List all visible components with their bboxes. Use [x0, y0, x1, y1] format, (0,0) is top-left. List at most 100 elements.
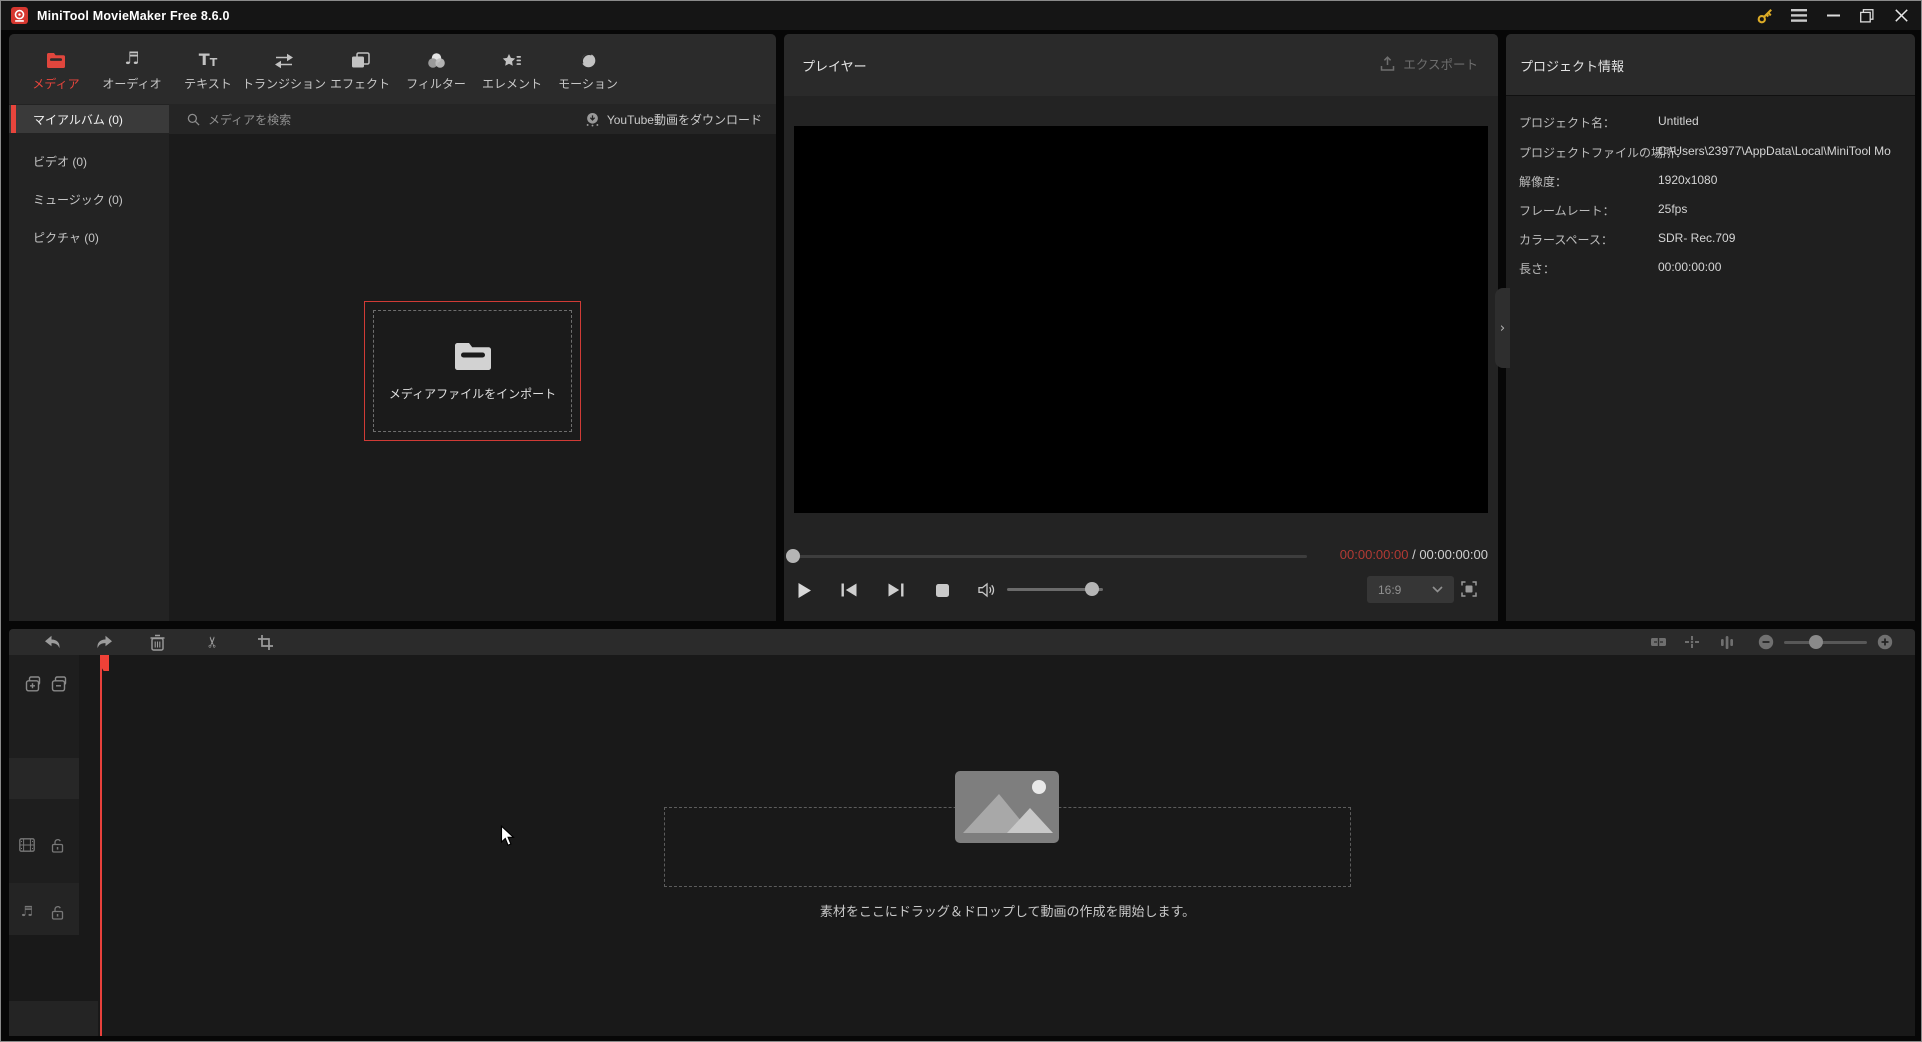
import-folder-icon — [453, 341, 493, 372]
audio-track-lock-button[interactable] — [49, 904, 65, 920]
volume-handle[interactable] — [1085, 582, 1099, 596]
export-icon — [1380, 55, 1395, 72]
tab-text[interactable]: TT テキスト — [170, 34, 246, 104]
tab-audio[interactable]: ♬ オーディオ — [94, 34, 170, 104]
crop-button[interactable] — [251, 629, 279, 655]
license-key-icon[interactable] — [1748, 1, 1782, 30]
play-button[interactable] — [790, 577, 818, 603]
motion-sphere-icon — [580, 49, 597, 69]
media-sidebar: マイアルバム (0) ビデオ (0) ミュージック (0) ピクチャ (0) — [9, 104, 169, 621]
timeline-track-header-overlay — [9, 758, 79, 799]
tab-label: メディア — [32, 76, 80, 91]
duration-value: 00:00:00:00 — [1658, 260, 1722, 274]
framerate-value: 25fps — [1658, 202, 1688, 216]
seek-bar[interactable] — [792, 555, 1307, 558]
undo-button[interactable] — [38, 629, 66, 655]
colorspace-label: カラースペース： — [1519, 233, 1613, 247]
seek-handle[interactable] — [786, 549, 800, 563]
zoom-to-point-button[interactable] — [1678, 629, 1706, 655]
video-track-lock-button[interactable] — [49, 837, 65, 853]
sidebar-item-picture[interactable]: ピクチャ (0) — [9, 223, 169, 251]
export-label: エクスポート — [1403, 58, 1478, 72]
close-button[interactable] — [1884, 1, 1918, 30]
player-panel: プレイヤー エクスポート 00:00:00:00 / 00:00:00:00 1… — [784, 34, 1498, 621]
next-frame-button[interactable] — [882, 577, 910, 603]
import-media-button[interactable]: メディアファイルをインポート — [364, 301, 581, 441]
element-star-icon — [502, 49, 522, 69]
tab-label: エフェクト — [329, 76, 390, 91]
tab-transition[interactable]: トランジション — [242, 34, 326, 104]
project-info-row: プロジェクトファイルの場所： C:\Users\23977\AppData\Lo… — [1506, 144, 1915, 160]
export-button[interactable]: エクスポート — [1380, 54, 1478, 73]
media-search-row: メディアを検索 YouTube動画をダウンロード — [169, 104, 776, 134]
panel-collapse-handle[interactable]: › — [1495, 288, 1510, 368]
audio-track-icon: ♬ — [20, 904, 34, 920]
timeline-panel: ✂ ♬ 素材をここにドラッグ＆ドロップして動画の作成を開始します。 — [9, 629, 1915, 1036]
tab-label: トランジション — [242, 76, 327, 91]
tab-filter[interactable]: フィルター — [398, 34, 474, 104]
tab-label: エレメント — [481, 76, 542, 91]
framerate-label: フレームレート： — [1519, 204, 1615, 218]
resolution-label: 解像度： — [1519, 175, 1568, 189]
transition-arrows-icon — [274, 49, 294, 69]
tab-element[interactable]: エレメント — [474, 34, 550, 104]
fit-timeline-button[interactable] — [1644, 629, 1672, 655]
media-folder-icon — [46, 49, 66, 69]
sidebar-item-my-album[interactable]: マイアルバム (0) — [9, 105, 169, 133]
timeline-zoom-handle[interactable] — [1809, 635, 1823, 649]
stop-button[interactable] — [928, 577, 956, 603]
remove-track-button[interactable] — [49, 674, 69, 694]
import-label: メディアファイルをインポート — [388, 386, 557, 401]
video-track-icon — [18, 837, 36, 853]
sidebar-item-music[interactable]: ミュージック (0) — [9, 185, 169, 213]
fullscreen-button[interactable] — [1461, 581, 1477, 602]
timeline-toolbar: ✂ — [9, 629, 1915, 655]
project-info-panel: プロジェクト情報 プロジェクト名： Untitled プロジェクトファイルの場所… — [1506, 34, 1915, 621]
tab-effect[interactable]: エフェクト — [322, 34, 398, 104]
project-path-value: C:\Users\23977\AppData\Local\MiniTool Mo — [1658, 144, 1891, 158]
tab-label: モーション — [558, 76, 618, 91]
effect-squares-icon — [351, 49, 370, 69]
project-info-row: フレームレート： 25fps — [1506, 202, 1915, 218]
player-title: プレイヤー — [802, 59, 867, 74]
timeline-drop-hint: 素材をここにドラッグ＆ドロップして動画の作成を開始します。 — [819, 904, 1196, 919]
colorspace-value: SDR- Rec.709 — [1658, 231, 1736, 245]
aspect-ratio-value: 16:9 — [1378, 582, 1402, 597]
tab-media[interactable]: メディア — [18, 34, 94, 104]
tab-motion[interactable]: モーション — [550, 34, 626, 104]
tab-label: オーディオ — [102, 76, 162, 91]
youtube-download-button[interactable]: YouTube動画をダウンロード — [585, 111, 762, 128]
maximize-button[interactable] — [1850, 1, 1884, 30]
aspect-ratio-select[interactable]: 16:9 — [1367, 576, 1454, 603]
add-track-button[interactable] — [23, 674, 43, 694]
tab-label: フィルター — [406, 76, 466, 91]
playhead-line[interactable] — [100, 655, 102, 1036]
titlebar-buttons — [1748, 1, 1918, 30]
sidebar-item-label: マイアルバム (0) — [33, 112, 123, 127]
import-dropzone: メディアファイルをインポート — [373, 310, 572, 432]
zoom-out-button[interactable] — [1752, 629, 1780, 655]
total-time: 00:00:00:00 — [1419, 547, 1488, 562]
split-scissors-button[interactable]: ✂ — [198, 629, 226, 655]
search-input[interactable]: メディアを検索 — [187, 111, 585, 128]
zoom-in-button[interactable] — [1871, 629, 1899, 655]
timeline-zoom-slider[interactable] — [1784, 641, 1867, 644]
menu-icon[interactable] — [1782, 1, 1816, 30]
track-height-button[interactable] — [1713, 629, 1741, 655]
project-name-value: Untitled — [1658, 114, 1699, 128]
time-display: 00:00:00:00 / 00:00:00:00 — [1340, 547, 1488, 562]
titlebar: MiniTool MovieMaker Free 8.6.0 — [1, 1, 1921, 30]
sidebar-item-label: ミュージック (0) — [33, 192, 123, 207]
project-info-header: プロジェクト情報 — [1506, 34, 1915, 96]
previous-frame-button[interactable] — [835, 577, 863, 603]
project-name-label: プロジェクト名： — [1519, 116, 1616, 130]
text-icon: TT — [198, 49, 218, 69]
volume-icon[interactable] — [973, 577, 1001, 603]
video-preview[interactable] — [794, 126, 1488, 513]
sidebar-item-video[interactable]: ビデオ (0) — [9, 147, 169, 175]
delete-button[interactable] — [143, 629, 171, 655]
mouse-cursor — [500, 824, 515, 852]
project-info-rows: プロジェクト名： Untitled プロジェクトファイルの場所： C:\User… — [1506, 97, 1915, 621]
redo-button[interactable] — [90, 629, 118, 655]
minimize-button[interactable] — [1816, 1, 1850, 30]
